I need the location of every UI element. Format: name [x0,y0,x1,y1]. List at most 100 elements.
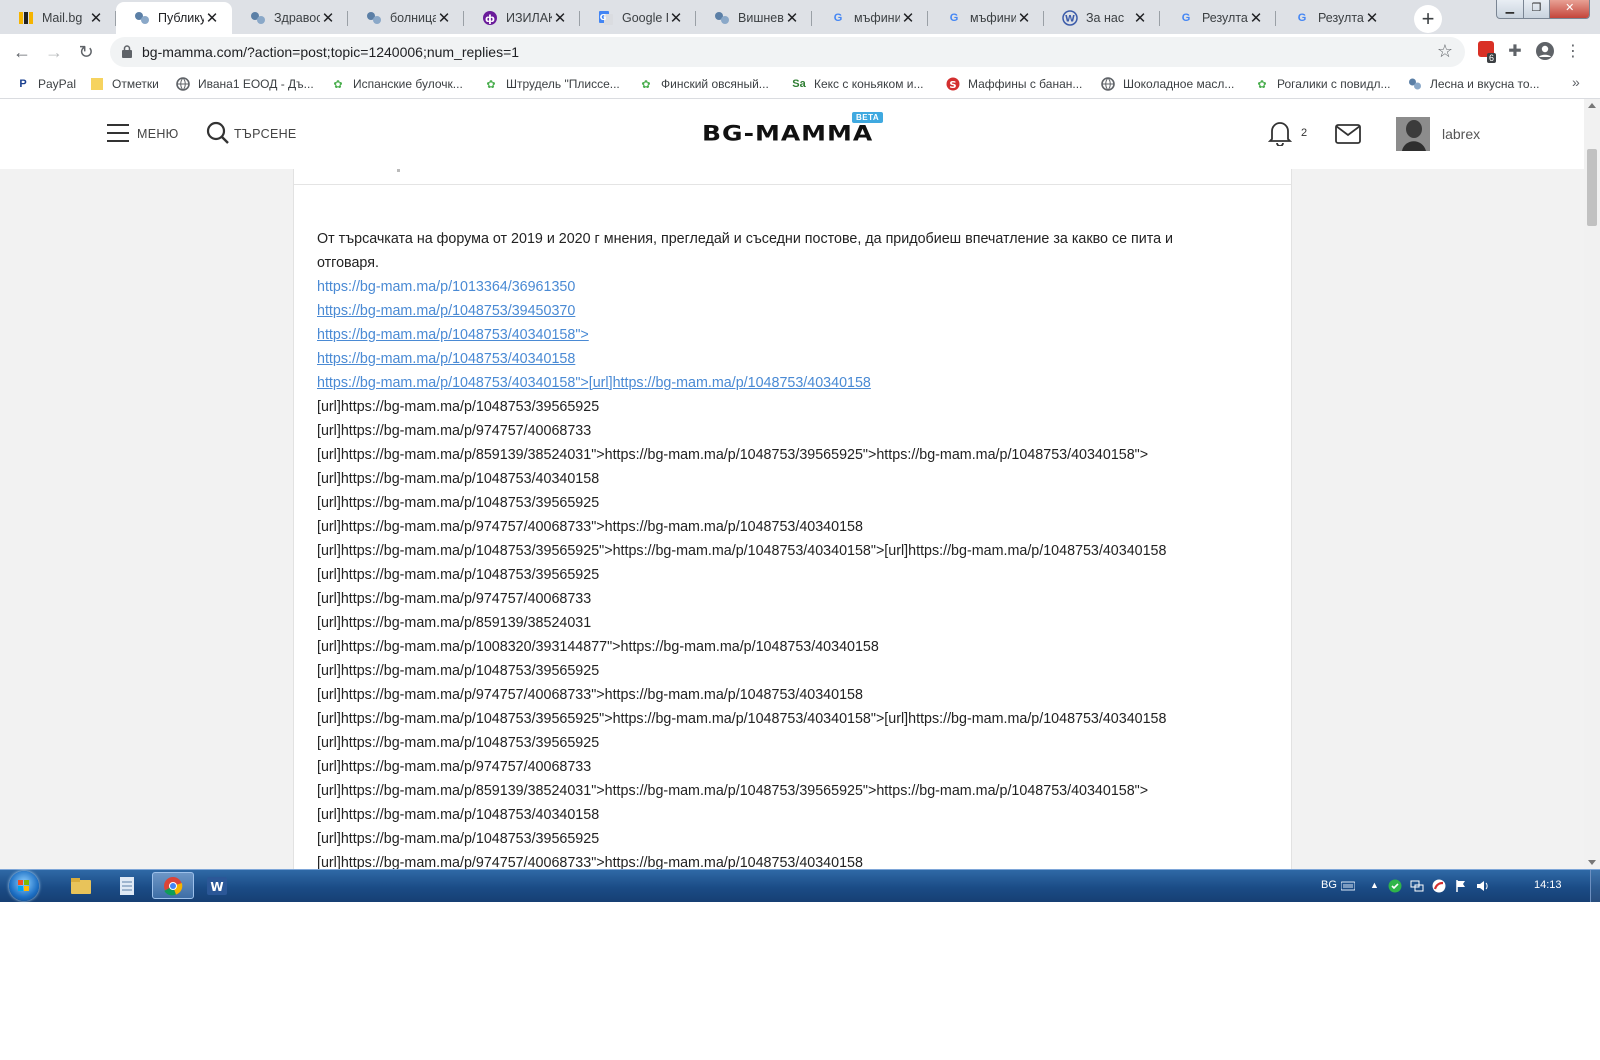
bookmark-star-icon[interactable]: ☆ [1437,41,1453,62]
restore-icon[interactable]: ❐ [1524,0,1551,18]
taskbar-explorer[interactable] [60,872,102,899]
post-link[interactable]: https://bg-mam.ma/p/1048753/39450370 [317,299,1237,323]
bookmark-item[interactable]: Лесна и вкусна то... [1408,75,1540,93]
globe-icon [176,77,190,91]
bookmark-label: Рогалики с повидл... [1277,77,1391,91]
menu-button[interactable]: МЕНЮ [137,127,179,141]
tab-title: мъфини л [970,11,1016,25]
tab-title: ИЗИЛАКС [506,11,552,25]
action-center-flag-icon[interactable] [1454,879,1468,893]
page-scrollbar[interactable] [1584,99,1600,869]
reload-icon[interactable]: ↻ [74,40,98,64]
post-text-line: [url]https://bg-mam.ma/p/1048753/3956592… [317,663,600,679]
browser-tab[interactable]: G Google Пр ✕ [580,2,696,34]
show-desktop-button[interactable] [1590,870,1600,902]
bookmark-item[interactable]: Отметки [90,75,159,93]
browser-tab-active[interactable]: Публикува ✕ [116,2,232,34]
close-window-icon[interactable]: ✕ [1550,0,1589,18]
browser-menu-icon[interactable]: ⋮ [1562,41,1584,63]
close-tab-icon[interactable]: ✕ [1016,9,1032,27]
clock[interactable]: 14:13 [1534,879,1562,891]
bookmark-item[interactable]: P PayPal [16,75,76,93]
close-tab-icon[interactable]: ✕ [436,9,452,27]
taskbar-word[interactable]: W [196,872,238,899]
scrollbar-thumb[interactable] [1587,149,1597,226]
chrome-icon [164,876,183,895]
taskbar-chrome[interactable] [152,872,194,899]
tray-expand-icon[interactable]: ▲ [1370,880,1379,890]
search-button[interactable]: ТЪРСЕНЕ [234,127,297,141]
browser-tab[interactable]: G мъфини л ✕ [928,2,1044,34]
taskbar-notepad[interactable] [106,872,148,899]
bookmark-item[interactable]: S Маффины с банан... [946,75,1082,93]
tab-title: болница [390,11,436,25]
beta-badge: BETA [852,112,884,123]
username[interactable]: labrex [1442,126,1480,142]
browser-tab[interactable]: Здравосл ✕ [232,2,348,34]
forward-icon[interactable]: → [42,40,66,64]
scroll-down-icon[interactable] [1588,860,1596,865]
paypal-icon: P [19,78,27,90]
post-text-line: [url]https://bg-mam.ma/p/974757/40068733… [317,519,863,535]
bgmamma-icon [714,10,730,26]
browser-tab[interactable]: Mail.bg ✕ [0,2,116,34]
close-tab-icon[interactable]: ✕ [1248,9,1264,27]
bookmark-item[interactable]: Sa Кекс с коньяком и... [792,75,923,93]
back-icon[interactable]: ← [10,40,34,64]
close-tab-icon[interactable]: ✕ [1364,9,1380,27]
tab-title: Резултат [1318,11,1364,25]
bookmark-item[interactable]: Шоколадное масл... [1101,75,1234,93]
site-logo[interactable]: BG-MAMMA [702,121,873,146]
extension-badge-count: 6 [1487,53,1497,63]
post-link[interactable]: https://bg-mam.ma/p/1048753/40340158 [317,347,1237,371]
post-text-line: [url]https://bg-mam.ma/p/974757/40068733… [317,687,863,703]
post-link[interactable]: https://bg-mam.ma/p/1048753/40340158"> [317,323,1237,347]
bookmark-item[interactable]: ✿ Финский овсяный... [639,75,768,93]
profile-icon[interactable] [1534,41,1556,63]
url-text[interactable]: bg-mamma.com/?action=post;topic=1240006;… [142,44,519,60]
search-icon[interactable] [206,121,230,145]
input-language[interactable]: BG [1321,879,1337,891]
post-link[interactable]: https://bg-mam.ma/p/1013364/36961350 [317,275,1237,299]
messages-envelope-icon[interactable] [1335,124,1361,144]
security-shield-icon[interactable] [1388,879,1402,893]
browser-tab[interactable]: W За нас ✕ [1044,2,1160,34]
browser-tab[interactable]: болница ✕ [348,2,464,34]
windows-logo-icon [18,880,29,891]
close-tab-icon[interactable]: ✕ [320,9,336,27]
antivirus-icon[interactable] [1432,879,1446,893]
volume-icon[interactable] [1476,879,1490,893]
close-tab-icon[interactable]: ✕ [552,9,568,27]
bookmark-item[interactable]: Ивана1 ЕООД - Дъ... [176,75,314,93]
browser-tab[interactable]: G Резултат ✕ [1160,2,1276,34]
browser-tab[interactable]: G Резултат ✕ [1276,2,1392,34]
bookmark-item[interactable]: ✿ Рогалики с повидл... [1255,75,1391,93]
post-link[interactable]: https://bg-mam.ma/p/1048753/40340158">[u… [317,371,1237,395]
close-tab-icon[interactable]: ✕ [784,9,800,27]
start-button[interactable] [9,871,39,901]
minimize-icon[interactable]: ▁ [1497,0,1524,18]
close-tab-icon[interactable]: ✕ [900,9,916,27]
keyboard-icon[interactable] [1341,879,1355,893]
bookmarks-overflow-icon[interactable]: » [1572,74,1580,90]
browser-tab[interactable]: Вишнев п ✕ [696,2,812,34]
close-tab-icon[interactable]: ✕ [668,9,684,27]
avatar[interactable] [1396,117,1430,151]
tab-title: Здравосл [274,11,320,25]
notifications-bell-icon[interactable] [1268,120,1292,146]
address-bar[interactable]: bg-mamma.com/?action=post;topic=1240006;… [110,37,1465,67]
browser-tab[interactable]: ф ИЗИЛАКС ✕ [464,2,580,34]
close-tab-icon[interactable]: ✕ [88,9,104,27]
close-tab-icon[interactable]: ✕ [204,9,220,27]
google-icon: G [1181,12,1191,24]
bookmark-item[interactable]: ✿ Испанские булочк... [331,75,462,93]
browser-tab[interactable]: G мъфини с ✕ [812,2,928,34]
hamburger-menu-icon[interactable] [107,124,129,142]
new-tab-button[interactable]: + [1414,5,1442,33]
network-icon[interactable] [1410,879,1424,893]
mailbg-icon [18,10,34,26]
bookmark-item[interactable]: ✿ Штрудель "Плиссе... [484,75,619,93]
close-tab-icon[interactable]: ✕ [1132,9,1148,27]
scroll-up-icon[interactable] [1588,103,1596,108]
extensions-puzzle-icon[interactable]: ✚ [1504,41,1526,63]
